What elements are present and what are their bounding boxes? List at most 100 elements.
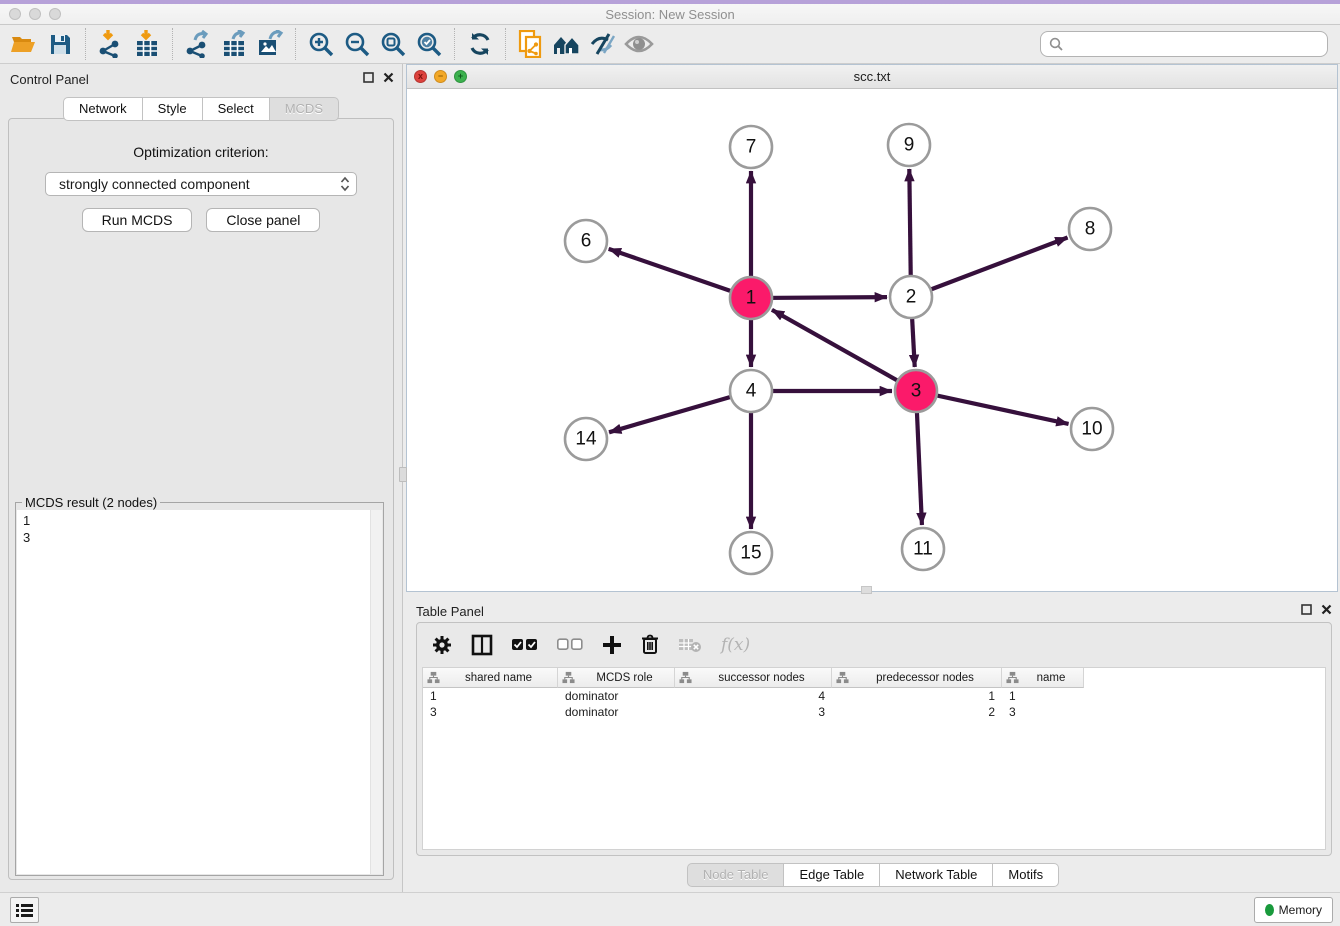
graph-node-9[interactable]: 9 — [888, 124, 930, 166]
column-header-MCDS-role[interactable]: MCDS role — [558, 668, 675, 688]
table-cell[interactable]: 4 — [675, 688, 832, 704]
tab-mcds[interactable]: MCDS — [270, 97, 339, 121]
zoom-selected-icon[interactable] — [411, 28, 447, 60]
close-panel-icon[interactable] — [383, 72, 394, 83]
delete-table-icon[interactable] — [678, 637, 702, 653]
node-table[interactable]: shared nameMCDS rolesuccessor nodes prede… — [422, 667, 1326, 850]
show-all-icon[interactable] — [621, 28, 657, 60]
close-panel-button[interactable]: Close panel — [206, 208, 320, 232]
tab-network[interactable]: Network — [63, 97, 143, 121]
export-image-icon[interactable] — [252, 28, 288, 60]
network-graph[interactable]: 7 9 6 8 1 2 4 3 14 10 15 11 — [407, 89, 1337, 591]
column-tree-icon — [427, 671, 440, 684]
table-cell[interactable]: 1 — [423, 688, 558, 704]
graph-node-2[interactable]: 2 — [890, 276, 932, 318]
window-title: Session: New Session — [0, 7, 1340, 22]
export-table-icon[interactable] — [216, 28, 252, 60]
task-history-button[interactable] — [10, 897, 39, 923]
node-table-container: f(x) shared nameMCDS rolesuccessor nodes… — [416, 622, 1332, 856]
graph-node-1[interactable]: 1 — [730, 277, 772, 319]
table-cell[interactable]: dominator — [558, 704, 675, 720]
tab-edge-table[interactable]: Edge Table — [784, 863, 880, 887]
import-table-icon[interactable] — [129, 28, 165, 60]
add-column-icon[interactable] — [602, 635, 622, 655]
table-header-row: shared nameMCDS rolesuccessor nodes prede… — [423, 668, 1325, 688]
table-cell[interactable]: 3 — [423, 704, 558, 720]
toolbar-separator — [85, 28, 86, 60]
tab-motifs[interactable]: Motifs — [993, 863, 1059, 887]
float-panel-icon[interactable] — [363, 72, 374, 83]
table-row[interactable]: 3dominator323 — [423, 704, 1325, 720]
graph-node-label: 4 — [746, 381, 757, 402]
search-input[interactable] — [1064, 34, 1327, 54]
column-header-shared-name[interactable]: shared name — [423, 668, 558, 688]
network-frame-titlebar[interactable]: x − + scc.txt — [407, 65, 1337, 89]
graph-node-8[interactable]: 8 — [1069, 208, 1111, 250]
export-network-icon[interactable] — [180, 28, 216, 60]
graph-edge-2-8[interactable] — [911, 238, 1068, 297]
toolbar-separator — [454, 28, 455, 60]
graph-node-3[interactable]: 3 — [895, 370, 937, 412]
graph-node-6[interactable]: 6 — [565, 220, 607, 262]
mcds-result-group: MCDS result (2 nodes) 13 — [15, 495, 384, 876]
unselect-all-columns-icon[interactable] — [557, 638, 583, 651]
zoom-out-icon[interactable] — [339, 28, 375, 60]
graph-node-label: 8 — [1085, 219, 1096, 240]
open-session-icon[interactable] — [6, 28, 42, 60]
graph-node-10[interactable]: 10 — [1071, 408, 1113, 450]
graph-edge-1-6[interactable] — [609, 249, 751, 298]
zoom-fit-icon[interactable] — [375, 28, 411, 60]
function-builder-icon: f(x) — [721, 635, 750, 655]
graph-edge-3-1[interactable] — [772, 310, 916, 391]
hide-selected-icon[interactable] — [585, 28, 621, 60]
graph-node-14[interactable]: 14 — [565, 418, 607, 460]
table-cell[interactable]: dominator — [558, 688, 675, 704]
table-cell[interactable]: 1 — [832, 688, 1002, 704]
table-cell[interactable]: 3 — [1002, 704, 1084, 720]
column-header-successor-nodes[interactable]: successor nodes — [675, 668, 832, 688]
mcds-result-list[interactable]: 13 — [17, 510, 382, 874]
column-layout-icon[interactable] — [471, 634, 493, 656]
select-all-columns-icon[interactable] — [512, 638, 538, 651]
delete-column-icon[interactable] — [641, 634, 659, 655]
criterion-dropdown[interactable]: strongly connected component — [45, 172, 357, 196]
graph-node-7[interactable]: 7 — [730, 126, 772, 168]
table-cell[interactable]: 1 — [1002, 688, 1084, 704]
graph-edge-3-10[interactable] — [916, 391, 1069, 424]
search-field[interactable] — [1040, 31, 1328, 57]
duplicate-network-icon[interactable] — [513, 28, 549, 60]
table-cell[interactable]: 2 — [832, 704, 1002, 720]
table-row[interactable]: 1dominator411 — [423, 688, 1325, 704]
refresh-icon[interactable] — [462, 28, 498, 60]
horizontal-splitter-grip[interactable] — [861, 586, 872, 594]
graph-node-4[interactable]: 4 — [730, 370, 772, 412]
save-session-icon[interactable] — [42, 28, 78, 60]
toolbar-separator — [505, 28, 506, 60]
zoom-in-icon[interactable] — [303, 28, 339, 60]
control-panel: Control Panel NetworkStyleSelectMCDS Opt… — [0, 64, 403, 892]
column-header-label: predecessor nodes — [853, 672, 997, 684]
column-header-name[interactable]: name — [1002, 668, 1084, 688]
graph-node-11[interactable]: 11 — [902, 528, 944, 570]
network-canvas[interactable]: 7 9 6 8 1 2 4 3 14 10 15 11 — [407, 89, 1337, 591]
float-panel-icon[interactable] — [1301, 604, 1312, 615]
table-cell[interactable]: 3 — [675, 704, 832, 720]
column-header-predecessor-nodes[interactable]: predecessor nodes — [832, 668, 1002, 688]
table-options-icon[interactable] — [432, 635, 452, 655]
tab-node-table[interactable]: Node Table — [687, 863, 785, 887]
tab-network-table[interactable]: Network Table — [880, 863, 993, 887]
table-panel-title: Table Panel — [416, 604, 484, 619]
chevron-up-down-icon — [340, 176, 350, 192]
graph-node-15[interactable]: 15 — [730, 532, 772, 574]
first-neighbors-icon[interactable] — [549, 28, 585, 60]
search-icon — [1048, 36, 1064, 52]
memory-button[interactable]: Memory — [1254, 897, 1333, 923]
run-mcds-button[interactable]: Run MCDS — [82, 208, 193, 232]
vertical-splitter-grip[interactable] — [399, 467, 407, 482]
tab-style[interactable]: Style — [143, 97, 203, 121]
memory-status-icon — [1265, 904, 1274, 916]
import-network-icon[interactable] — [93, 28, 129, 60]
graph-node-label: 7 — [746, 137, 757, 158]
close-panel-icon[interactable] — [1321, 604, 1332, 615]
tab-select[interactable]: Select — [203, 97, 270, 121]
